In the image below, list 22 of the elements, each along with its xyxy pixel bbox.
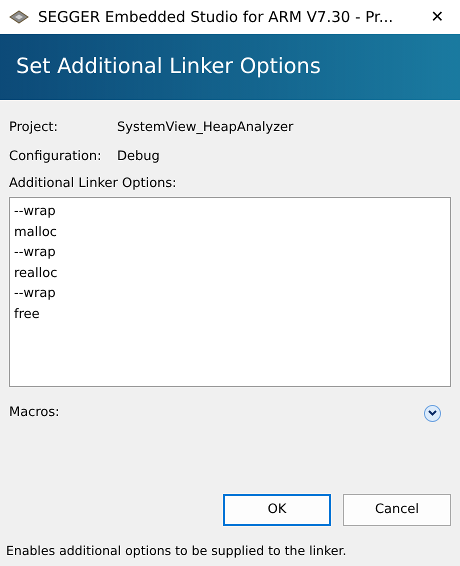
field-value: SystemView_HeapAnalyzer <box>117 118 294 137</box>
field-value: Debug <box>117 148 160 166</box>
field-label: Configuration: <box>9 148 103 166</box>
chevron-icon <box>428 410 437 416</box>
macros-label: Macros: <box>9 404 60 422</box>
option-line: free <box>14 306 40 324</box>
option-line: --wrap <box>14 285 56 303</box>
option-line: --wrap <box>14 244 56 262</box>
field-label: Project: <box>9 118 59 137</box>
banner-title: Set Additional Linker Options <box>16 53 321 80</box>
dialog-button[interactable]: Cancel <box>343 494 451 526</box>
option-line: malloc <box>14 224 57 242</box>
option-line: realloc <box>14 264 58 282</box>
close-button[interactable]: ✕ <box>422 5 452 29</box>
window-title: SEGGER Embedded Studio for ARM V7.30 - Pr... <box>38 6 394 28</box>
expand-button[interactable] <box>424 404 441 422</box>
options-text-area[interactable]: --wrap malloc --wrap realloc --wrap free <box>9 197 451 387</box>
dialog-button[interactable]: OK <box>223 494 331 526</box>
option-line: --wrap <box>14 203 56 221</box>
options-label: Additional Linker Options: <box>9 175 178 194</box>
status-text: Enables additional options to be supplied to the linker. <box>6 542 346 560</box>
chip-icon <box>8 9 30 25</box>
